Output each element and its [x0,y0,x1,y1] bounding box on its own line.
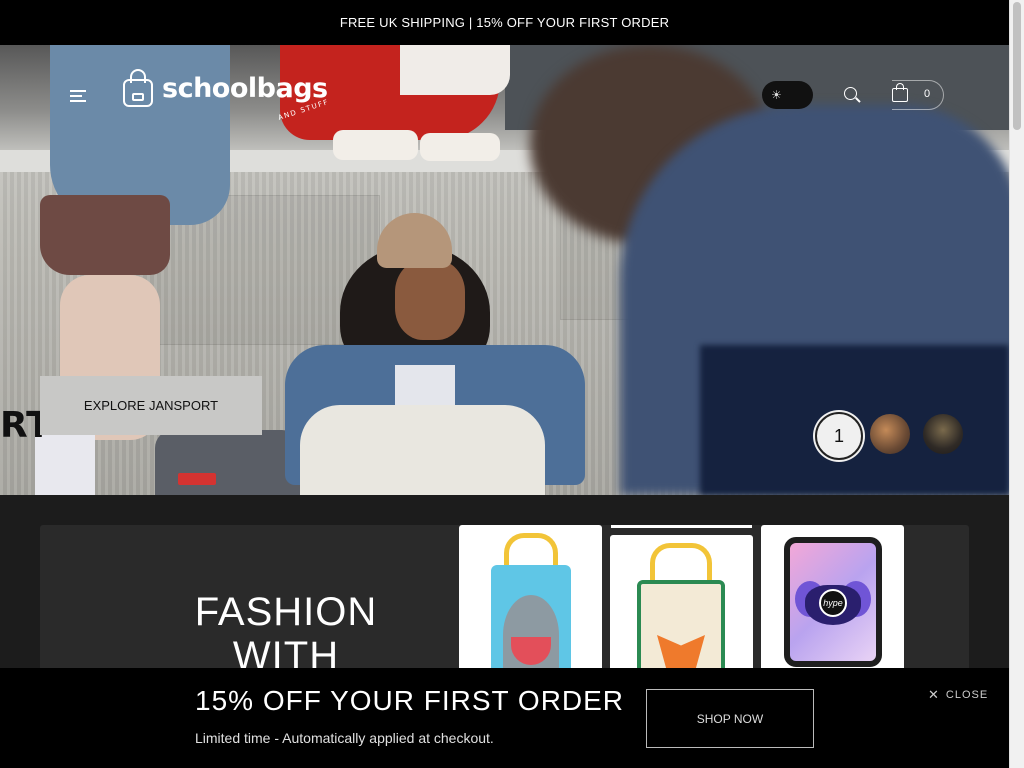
hamburger-menu-icon[interactable] [68,86,88,106]
close-label: CLOSE [945,689,989,701]
page: FREE UK SHIPPING | 15% OFF YOUR FIRST OR… [0,0,1024,768]
backpack-logo-icon [122,68,154,108]
page-scrollbar[interactable] [1009,0,1024,768]
search-icon[interactable] [842,85,862,105]
cart-count: 0 [924,88,931,100]
scrollbar-thumb[interactable] [1013,2,1021,130]
close-icon: ✕ [928,687,940,702]
hero-pants [300,405,545,495]
logo-text: schoolbags AND STUFF [162,72,330,122]
theme-toggle[interactable]: ☀ [762,81,813,109]
promo-popup-bar: 15% OFF YOUR FIRST ORDER Limited time - … [0,668,1009,768]
hero-person-face [395,260,465,340]
cart-icon [892,83,908,102]
hero-backpack [155,430,300,495]
slide-indicator-1[interactable]: 1 [815,412,863,460]
promo-subtitle: Limited time - Automatically applied at … [195,730,494,746]
shop-now-button[interactable]: SHOP NOW [646,689,814,748]
product-card-top-bar [611,525,752,528]
announcement-bar: FREE UK SHIPPING | 15% OFF YOUR FIRST OR… [0,0,1009,45]
hero-sneaker [333,130,418,160]
slide-indicator-2[interactable] [870,414,910,454]
hero-backpack-label [178,473,216,485]
hero-sneaker [420,133,500,161]
close-button[interactable]: ✕ CLOSE [928,687,988,703]
announcement-text: FREE UK SHIPPING | 15% OFF YOUR FIRST OR… [339,15,670,30]
promo-title: 15% OFF YOUR FIRST ORDER [195,685,625,716]
cart-button[interactable]: 0 [892,80,944,110]
site-logo[interactable]: schoolbags AND STUFF [122,68,330,122]
hero-flag [400,45,510,95]
hype-logo: hype [819,589,847,617]
hero-sign-text: RT [0,405,51,446]
explore-jansport-button[interactable]: EXPLORE JANSPORT [40,376,262,435]
hero-skirt [40,195,170,275]
sun-icon: ☀ [771,88,782,102]
slide-number: 1 [833,425,844,446]
slide-indicator-3[interactable] [923,414,963,454]
